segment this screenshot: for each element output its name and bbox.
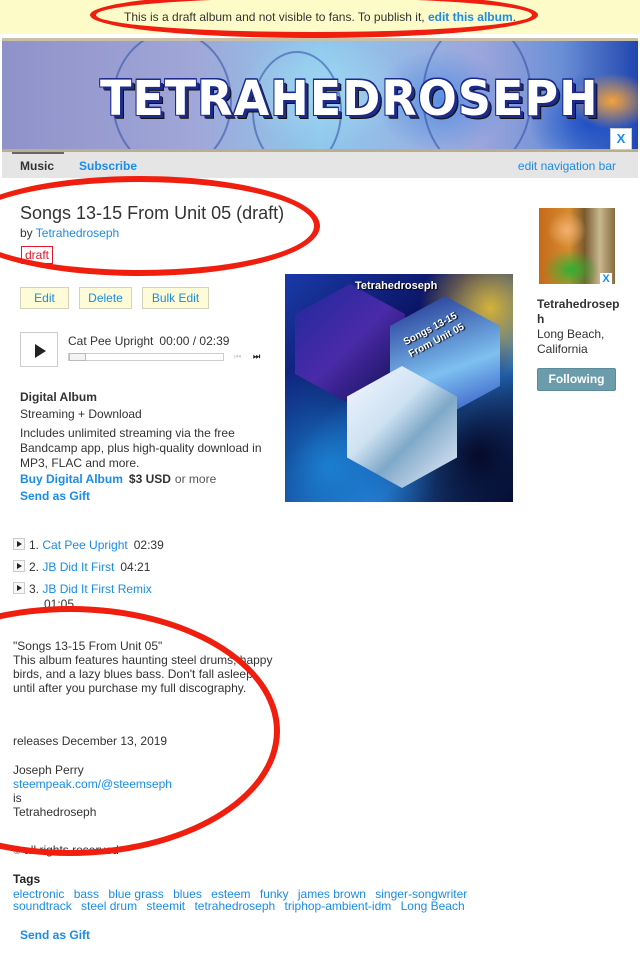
track-title-link[interactable]: JB Did It First: [42, 560, 114, 574]
tag-link[interactable]: steel drum: [81, 899, 137, 913]
draft-notice-suffix: .: [512, 10, 516, 24]
track-duration: 04:21: [120, 560, 151, 574]
album-price: $3 USD: [128, 472, 171, 486]
about-body: This album features haunting steel drums…: [13, 653, 273, 695]
digital-album-description: Includes unlimited streaming via the fre…: [20, 426, 262, 470]
track-row: 1. Cat Pee Upright 02:39: [13, 538, 164, 552]
now-playing-title: Cat Pee Upright: [68, 334, 154, 348]
previous-track-icon[interactable]: ⏮: [234, 352, 241, 362]
draft-status-badge: draft: [21, 246, 54, 264]
close-icon[interactable]: X: [610, 128, 632, 150]
track-duration: 01:05: [44, 597, 75, 611]
now-playing-time: 00:00 / 02:39: [159, 334, 230, 348]
track-row: 3. JB Did It First Remix: [13, 582, 152, 596]
tags-heading: Tags: [13, 872, 41, 886]
buy-row: Buy Digital Album $3 USD or more: [20, 472, 216, 486]
track-play-icon[interactable]: [13, 538, 25, 550]
draft-notice-text: This is a draft album and not visible to…: [124, 10, 428, 24]
album-cover-art[interactable]: Tetrahedroseph Songs 13-15 From Unit 05: [285, 274, 513, 502]
copyright-icon: ©: [13, 845, 22, 857]
send-as-gift-link[interactable]: Send as Gift: [20, 489, 90, 503]
buy-digital-album-link[interactable]: Buy Digital Album: [20, 472, 123, 486]
avatar-close-icon[interactable]: X: [600, 273, 612, 285]
banner-title: TETRAHEDROSEPH: [100, 69, 599, 127]
navigation-bar: Music Subscribe edit navigation bar: [2, 152, 638, 178]
play-icon: [35, 344, 46, 358]
digital-album-format: Streaming + Download: [20, 407, 142, 421]
draft-notice-banner: This is a draft album and not visible to…: [0, 0, 640, 34]
nav-tab-subscribe[interactable]: Subscribe: [79, 159, 137, 173]
tag-link[interactable]: tetrahedroseph: [194, 899, 275, 913]
edit-button[interactable]: Edit: [20, 287, 69, 309]
copyright-text: all rights reserved: [24, 843, 119, 857]
tag-link[interactable]: Long Beach: [401, 899, 465, 913]
credits-link[interactable]: steempeak.com/@steemseph: [13, 777, 172, 791]
album-byline: by Tetrahedroseph: [20, 226, 119, 240]
track-number: 2.: [29, 560, 40, 574]
active-tab-indicator: [12, 152, 64, 154]
artist-header-banner: TETRAHEDROSEPH: [2, 38, 638, 152]
now-playing: Cat Pee Upright 00:00 / 02:39: [68, 334, 229, 348]
by-label: by: [20, 226, 36, 240]
track-title-link[interactable]: JB Did It First Remix: [42, 582, 151, 596]
following-button[interactable]: Following: [537, 368, 616, 391]
track-play-icon[interactable]: [13, 582, 25, 594]
bulk-edit-button[interactable]: Bulk Edit: [142, 287, 209, 309]
track-row: 2. JB Did It First 04:21: [13, 560, 150, 574]
playback-progress-bar[interactable]: [68, 353, 224, 361]
tag-link[interactable]: soundtrack: [13, 899, 72, 913]
track-title-link[interactable]: Cat Pee Upright: [42, 538, 127, 552]
release-date: releases December 13, 2019: [13, 734, 168, 748]
nav-tab-music[interactable]: Music: [20, 159, 54, 173]
next-track-icon[interactable]: ⏭: [253, 352, 260, 362]
artist-link[interactable]: Tetrahedroseph: [36, 226, 119, 240]
art-artist-text: Tetrahedroseph: [355, 280, 438, 292]
album-about: "Songs 13-15 From Unit 05" This album fe…: [13, 639, 273, 695]
about-quote-title: "Songs 13-15 From Unit 05": [13, 639, 163, 653]
tag-link[interactable]: triphop-ambient-idm: [285, 899, 392, 913]
edit-navigation-bar-link[interactable]: edit navigation bar: [518, 159, 616, 173]
album-credits: Joseph Perry steempeak.com/@steemseph is…: [13, 763, 172, 819]
credits-alias: Tetrahedroseph: [13, 805, 97, 819]
track-duration: 02:39: [133, 538, 164, 552]
price-suffix: or more: [174, 472, 217, 486]
track-number: 3.: [29, 582, 40, 596]
tag-link[interactable]: steemit: [146, 899, 185, 913]
delete-button[interactable]: Delete: [79, 287, 132, 309]
playback-scrubber-handle[interactable]: [69, 353, 86, 361]
play-button[interactable]: [20, 332, 58, 367]
track-play-icon[interactable]: [13, 560, 25, 572]
footer-send-as-gift-link[interactable]: Send as Gift: [20, 928, 90, 942]
artist-name: Tetrahedroseph: [537, 297, 620, 326]
credits-name: Joseph Perry: [13, 763, 84, 777]
copyright-notice: © all rights reserved: [13, 843, 119, 857]
album-title: Songs 13-15 From Unit 05 (draft): [20, 203, 285, 223]
artist-location: Long Beach, California: [537, 327, 605, 356]
tags-list: electronic bass blue grass blues esteem …: [13, 888, 483, 912]
track-number: 1.: [29, 538, 40, 552]
digital-album-heading: Digital Album: [20, 390, 97, 404]
credits-is: is: [13, 791, 22, 805]
edit-this-album-link[interactable]: edit this album: [428, 10, 513, 24]
